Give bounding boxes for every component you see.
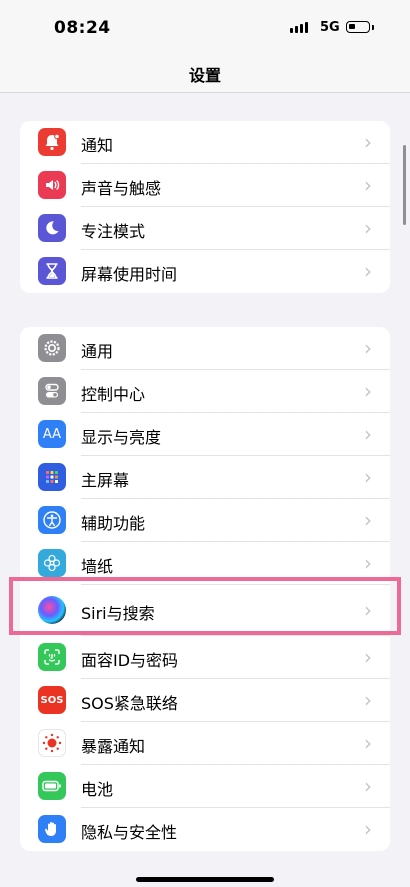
moon-icon — [38, 214, 66, 242]
settings-item-home-screen[interactable]: 主屏幕 › — [20, 456, 390, 499]
chevron-right-icon: › — [364, 465, 372, 489]
settings-item-face-id[interactable]: 面容ID与密码 › — [20, 636, 390, 679]
chevron-right-icon: › — [364, 259, 372, 283]
gear-icon — [38, 334, 66, 362]
highlight-box — [9, 577, 401, 635]
chevron-right-icon: › — [364, 508, 372, 532]
settings-item-label: 隐私与安全性 — [81, 823, 178, 842]
settings-item-privacy[interactable]: 隐私与安全性 › — [20, 808, 390, 851]
hand-icon — [38, 815, 66, 843]
chevron-right-icon: › — [364, 379, 372, 403]
settings-item-sounds[interactable]: 声音与触感 › — [20, 164, 390, 207]
face-id-icon — [38, 643, 66, 671]
chevron-right-icon: › — [364, 774, 372, 798]
settings-group-1: 通知 › 声音与触感 › 专注模式 › 屏幕使用时间 › — [20, 121, 390, 293]
settings-item-display[interactable]: AA 显示与亮度 › — [20, 413, 390, 456]
settings-item-focus[interactable]: 专注模式 › — [20, 207, 390, 250]
page-title: 设置 — [188, 66, 221, 85]
settings-item-label: 面容ID与密码 — [81, 651, 179, 670]
settings-item-label: 通知 — [81, 136, 114, 155]
battery-icon — [346, 21, 370, 33]
battery-icon — [38, 772, 66, 800]
settings-item-screen-time[interactable]: 屏幕使用时间 › — [20, 250, 390, 293]
nav-bar: 设置 — [0, 56, 410, 93]
exposure-icon — [38, 729, 66, 757]
network-type: 5G — [320, 20, 340, 35]
sos-icon: SOS — [38, 686, 66, 714]
chevron-right-icon: › — [364, 422, 372, 446]
settings-item-label: 通用 — [81, 342, 114, 361]
settings-item-label: 控制中心 — [81, 385, 146, 404]
settings-item-label: 专注模式 — [81, 222, 146, 241]
hourglass-icon — [38, 257, 66, 285]
settings-item-notifications[interactable]: 通知 › — [20, 121, 390, 164]
accessibility-icon — [38, 506, 66, 534]
settings-item-label: 声音与触感 — [81, 179, 162, 198]
settings-item-label: 暴露通知 — [81, 737, 146, 756]
settings-item-label: 主屏幕 — [81, 471, 130, 490]
settings-item-sos[interactable]: SOS SOS紧急联络 › — [20, 679, 390, 722]
chevron-right-icon: › — [364, 731, 372, 755]
text-size-icon: AA — [38, 420, 66, 448]
toggles-icon — [38, 377, 66, 405]
chevron-right-icon: › — [364, 130, 372, 154]
chevron-right-icon: › — [364, 336, 372, 360]
settings-item-exposure[interactable]: 暴露通知 › — [20, 722, 390, 765]
chevron-right-icon: › — [364, 216, 372, 240]
scrollbar[interactable] — [403, 145, 406, 225]
bell-icon — [38, 128, 66, 156]
settings-item-general[interactable]: 通用 › — [20, 327, 390, 370]
chevron-right-icon: › — [364, 817, 372, 841]
chevron-right-icon: › — [364, 551, 372, 575]
battery-tip — [372, 25, 374, 30]
chevron-right-icon: › — [364, 645, 372, 669]
status-bar: 08:24 5G — [0, 0, 410, 56]
status-time: 08:24 — [54, 18, 111, 38]
chevron-right-icon: › — [364, 173, 372, 197]
settings-item-accessibility[interactable]: 辅助功能 › — [20, 499, 390, 542]
settings-item-label: 墙纸 — [81, 557, 114, 576]
settings-item-label: 电池 — [81, 780, 114, 799]
settings-item-label: 辅助功能 — [81, 514, 146, 533]
settings-item-battery[interactable]: 电池 › — [20, 765, 390, 808]
settings-item-label: 显示与亮度 — [81, 428, 162, 447]
signal-icon — [290, 22, 308, 33]
home-indicator[interactable] — [136, 877, 274, 882]
settings-item-label: SOS紧急联络 — [81, 694, 178, 713]
chevron-right-icon: › — [364, 688, 372, 712]
settings-item-control-center[interactable]: 控制中心 › — [20, 370, 390, 413]
speaker-icon — [38, 171, 66, 199]
home-screen-icon — [38, 463, 66, 491]
settings-item-label: 屏幕使用时间 — [81, 265, 178, 284]
flower-icon — [38, 549, 66, 577]
